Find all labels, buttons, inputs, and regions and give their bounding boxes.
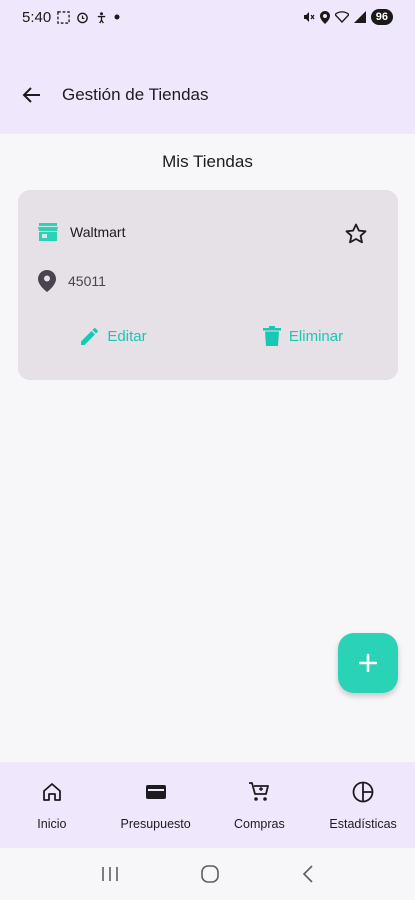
nav-item-compras[interactable]: Compras <box>208 762 312 848</box>
location-pin-icon <box>38 270 56 292</box>
trash-icon <box>262 326 281 346</box>
signal-icon <box>353 11 366 23</box>
store-card[interactable]: Waltmart 45011 Editar Eliminar <box>18 190 398 380</box>
nav-item-inicio[interactable]: Inicio <box>0 762 104 848</box>
recent-apps-icon[interactable] <box>100 866 120 882</box>
back-button[interactable] <box>20 83 44 107</box>
plus-icon <box>359 654 377 672</box>
section-title: Mis Tiendas <box>162 152 253 171</box>
wallet-icon <box>145 785 166 799</box>
status-right: 96 <box>303 9 393 25</box>
store-name: Waltmart <box>70 224 126 240</box>
battery-indicator: 96 <box>370 9 393 25</box>
wifi-icon <box>334 11 349 23</box>
status-bar: 5:40 96 <box>0 0 415 34</box>
location-icon <box>319 10 330 24</box>
home-button-icon[interactable] <box>200 864 220 884</box>
screenshot-icon <box>57 10 70 24</box>
store-name-row: Waltmart <box>38 223 125 241</box>
store-location-row: 45011 <box>38 270 106 292</box>
status-time: 5:40 <box>22 8 52 26</box>
store-icon <box>38 223 58 241</box>
bottom-nav: Inicio Presupuesto Compras Estadísticas <box>0 762 415 848</box>
nav-label-presupuesto: Presupuesto <box>120 817 191 831</box>
store-actions: Editar Eliminar <box>18 326 398 346</box>
app-bar: Gestión de Tiendas <box>0 34 415 134</box>
add-store-button[interactable] <box>338 633 398 693</box>
cart-icon <box>249 782 270 801</box>
nav-item-estadisticas[interactable]: Estadísticas <box>311 762 415 848</box>
home-icon <box>42 783 61 801</box>
nav-label-inicio: Inicio <box>37 817 67 831</box>
nav-item-presupuesto[interactable]: Presupuesto <box>104 762 208 848</box>
dot-icon <box>114 14 120 20</box>
store-location: 45011 <box>68 273 106 289</box>
pencil-icon <box>81 328 99 345</box>
arrow-back-icon <box>22 87 40 103</box>
nav-label-compras: Compras <box>234 817 285 831</box>
delete-button[interactable]: Eliminar <box>208 326 398 346</box>
system-nav-bar <box>0 848 415 900</box>
edit-button[interactable]: Editar <box>18 326 208 346</box>
page-title: Gestión de Tiendas <box>62 85 209 104</box>
favorite-star-icon[interactable] <box>344 222 368 246</box>
system-back-icon[interactable] <box>301 865 315 883</box>
delete-label: Eliminar <box>288 327 344 345</box>
alarm-icon <box>77 12 89 23</box>
pie-chart-icon <box>352 781 374 803</box>
status-left: 5:40 <box>22 9 120 26</box>
nav-label-estadisticas: Estadísticas <box>329 817 397 831</box>
mute-icon <box>303 12 315 22</box>
edit-label: Editar <box>107 327 147 345</box>
accessibility-icon <box>97 11 106 23</box>
